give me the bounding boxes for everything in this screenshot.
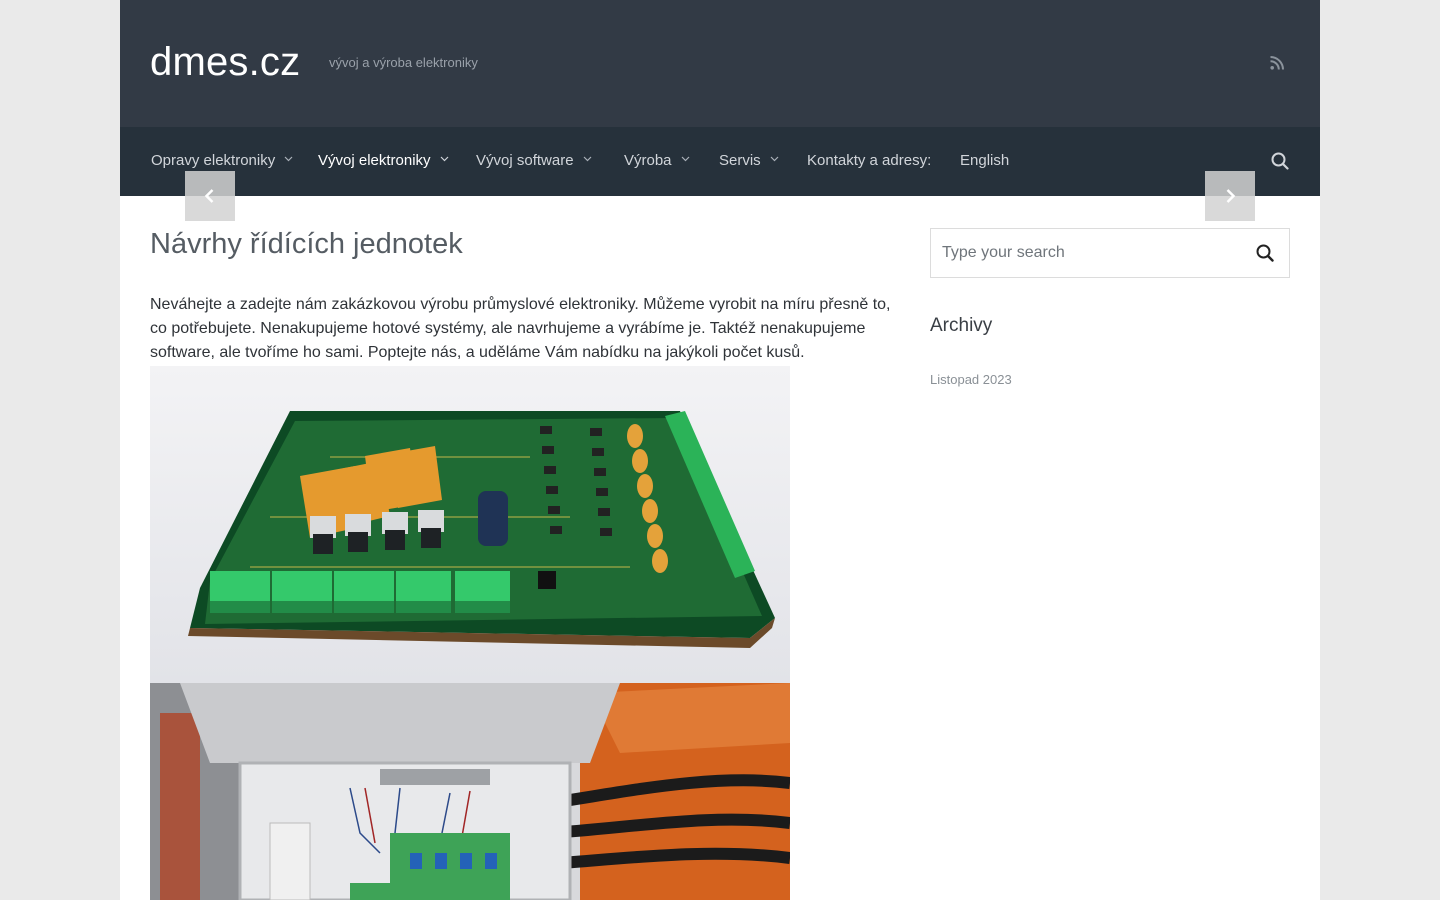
nav-item-english[interactable]: English (960, 151, 1009, 171)
chevron-down-icon (681, 156, 689, 162)
nav-item-servis[interactable]: Servis (719, 151, 779, 171)
slider-prev-button[interactable] (185, 171, 235, 221)
nav-item-vyroba[interactable]: Výroba (624, 151, 690, 171)
nav-item-label: Vývoj elektroniky (318, 152, 431, 169)
search-input[interactable] (942, 242, 1232, 264)
chevron-down-icon (284, 156, 293, 162)
main-navigation: Opravy elektroniky Vývoj elektroniky Výv… (120, 127, 1320, 196)
page: dmes.cz vývoj a výroba elektroniky Oprav… (120, 0, 1320, 900)
post-title: Návrhy řídících jednotek (150, 228, 463, 260)
nav-item-label: Vývoj software (476, 152, 574, 169)
search-icon[interactable] (1271, 152, 1289, 170)
archive-link[interactable]: Listopad 2023 (930, 372, 1012, 388)
search-icon[interactable] (1256, 244, 1274, 262)
nav-item-label: Opravy elektroniky (151, 152, 276, 169)
sidebar-search (930, 228, 1290, 278)
nav-item-label: Výroba (624, 152, 672, 169)
control-cabinet-photo (150, 683, 790, 900)
nav-item-vyvoj-elektroniky[interactable]: Vývoj elektroniky (318, 151, 449, 171)
rss-icon[interactable] (1270, 56, 1284, 70)
site-header: dmes.cz vývoj a výroba elektroniky (120, 0, 1320, 127)
site-title-link[interactable]: dmes.cz (150, 38, 300, 86)
nav-item-opravy-elektroniky[interactable]: Opravy elektroniky (151, 151, 293, 171)
chevron-left-icon (204, 189, 214, 203)
nav-item-vyvoj-software[interactable]: Vývoj software (476, 151, 592, 171)
nav-item-label: English (960, 152, 1010, 169)
chevron-down-icon (770, 156, 779, 162)
chevron-right-icon (1226, 189, 1236, 203)
chevron-down-icon (440, 156, 448, 162)
post-body: Neváhejte a zadejte nám zakázkovou výrob… (150, 296, 891, 361)
circuit-board-photo (150, 366, 790, 683)
slider-next-button[interactable] (1205, 171, 1255, 221)
nav-item-kontakty[interactable]: Kontakty a adresy: (807, 151, 931, 171)
nav-item-label: Kontakty a adresy: (807, 152, 932, 169)
archives-widget-title: Archivy (930, 315, 993, 336)
nav-item-label: Servis (719, 152, 761, 169)
site-tagline: vývoj a výroba elektroniky (329, 55, 478, 70)
chevron-down-icon (583, 156, 591, 162)
